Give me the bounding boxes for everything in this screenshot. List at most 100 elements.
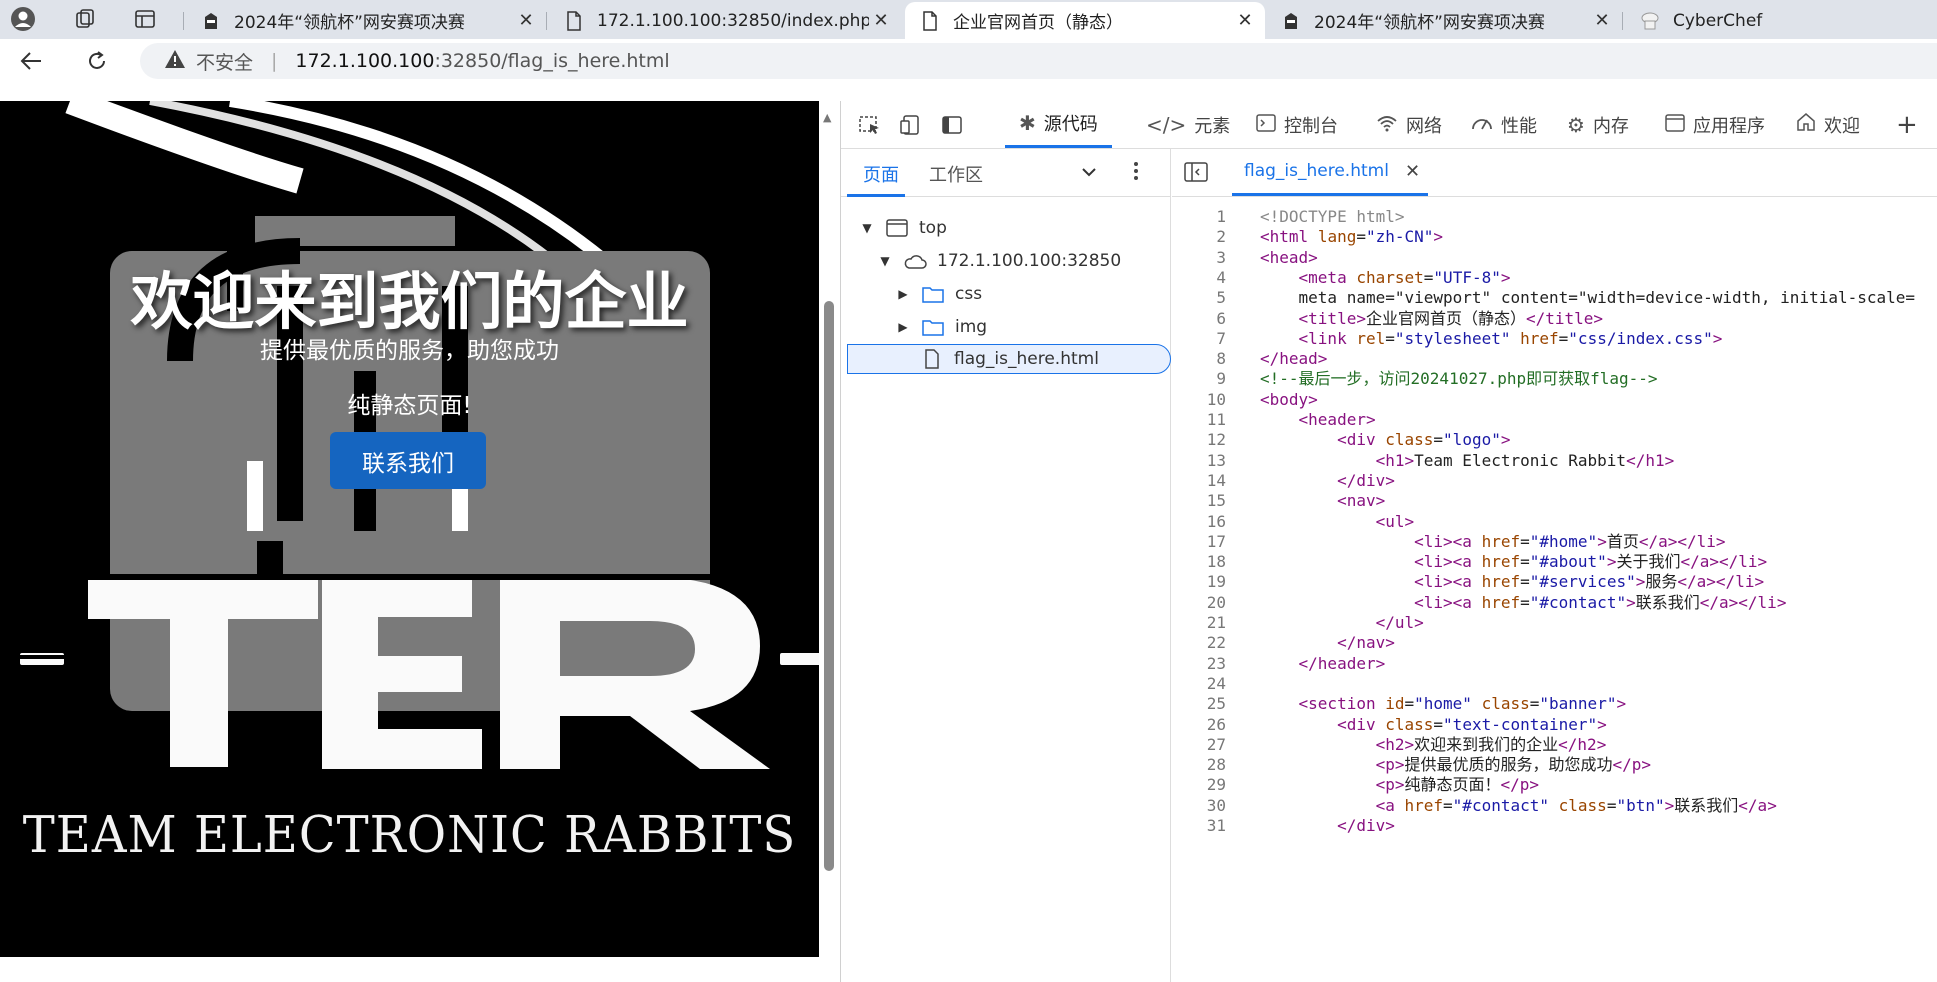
url-path: :32850/flag_is_here.html: [434, 50, 670, 72]
tab-separator: [183, 12, 184, 30]
contact-us-button[interactable]: 联系我们: [330, 432, 486, 489]
tab-network[interactable]: 网络: [1376, 101, 1442, 148]
vertical-tabs-icon[interactable]: [128, 4, 162, 34]
navigator-tabs: 页面 工作区: [841, 149, 1171, 197]
tab-title: CyberChef: [1673, 10, 1763, 31]
line-number: 31: [1206, 816, 1226, 835]
close-icon[interactable]: ✕: [1405, 161, 1420, 182]
tab-title: 2024年“领航杯”网安赛项决赛: [1314, 13, 1545, 33]
close-icon[interactable]: ✕: [869, 9, 893, 33]
back-arrow-icon[interactable]: [14, 45, 48, 77]
cloud-icon: [903, 251, 927, 271]
url-host: 172.1.100.100: [295, 50, 435, 72]
tab-welcome[interactable]: 欢迎: [1796, 101, 1860, 148]
home-icon: [1796, 112, 1816, 137]
tab-console-label: 控制台: [1284, 115, 1338, 137]
frame-icon: [885, 218, 909, 238]
editor-tab-label: flag_is_here.html: [1244, 161, 1389, 181]
tab-welcome-label: 欢迎: [1824, 115, 1860, 137]
tree-item-label: 172.1.100.100:32850: [937, 251, 1122, 271]
tree-item-flag-file[interactable]: flag_is_here.html: [847, 344, 1171, 374]
expanded-arrow-icon[interactable]: ▼: [877, 254, 893, 268]
close-icon[interactable]: ✕: [1233, 9, 1257, 33]
tree-item-label: img: [955, 317, 988, 337]
tree-item-label: top: [919, 218, 947, 238]
scroll-thumb[interactable]: [824, 301, 834, 871]
tab-2[interactable]: 172.1.100.100:32850/index.php.ba ✕: [549, 2, 901, 39]
tab-workspace[interactable]: 工作区: [929, 161, 983, 187]
wifi-icon: [1376, 113, 1398, 137]
scroll-up-icon[interactable]: ▲: [823, 111, 831, 124]
more-options-icon[interactable]: [1133, 161, 1139, 186]
editor-tab-bar: flag_is_here.html ✕: [1172, 149, 1937, 197]
tree-item-css[interactable]: ▶ css: [895, 279, 982, 309]
tab-title: 2024年“领航杯”网安赛项决赛: [234, 13, 465, 33]
tab-console[interactable]: 控制台: [1256, 101, 1338, 148]
collapsed-arrow-icon[interactable]: ▶: [895, 320, 911, 334]
address-bar[interactable]: 不安全 | 172.1.100.100 :32850/flag_is_here.…: [140, 43, 1937, 79]
dock-side-icon[interactable]: [937, 111, 967, 139]
devtools-panel: ✱ 源代码 </> 元素 控制台 网络 性能 ⚙ 内存 应用程序 欢迎 + 页面…: [840, 101, 1937, 982]
code-line[interactable]: 31 </div>: [1172, 813, 1937, 838]
chevron-down-icon[interactable]: [1081, 165, 1097, 181]
hero-heading: 欢迎来到我们的企业: [130, 265, 689, 338]
expanded-arrow-icon[interactable]: ▼: [859, 221, 875, 235]
hacker-icon: [200, 10, 222, 32]
tree-item-label: flag_is_here.html: [954, 349, 1099, 369]
navigation-bar: 不安全 | 172.1.100.100 :32850/flag_is_here.…: [0, 39, 1937, 83]
tab-memory[interactable]: ⚙ 内存: [1567, 101, 1629, 148]
tab-performance-label: 性能: [1501, 115, 1537, 137]
page-scrollbar[interactable]: ▲: [819, 101, 840, 957]
tab-1[interactable]: 2024年“领航杯”网安赛项决赛 ✕: [186, 2, 546, 39]
collections-icon[interactable]: [68, 4, 102, 34]
tab-sources-label: 源代码: [1043, 114, 1098, 135]
code-view[interactable]: 1 <!DOCTYPE html> 2 <html lang="zh-CN"> 3 <he…: [1172, 204, 1937, 982]
tree-item-top[interactable]: ▼ top: [859, 213, 947, 243]
tab-3-active[interactable]: 企业官网首页（静态） ✕: [905, 2, 1265, 39]
page-footer-strip: [0, 957, 840, 982]
tree-item-img[interactable]: ▶ img: [895, 312, 987, 342]
tree-item-host[interactable]: ▼ 172.1.100.100:32850: [877, 246, 1121, 276]
profile-avatar-icon[interactable]: [6, 4, 40, 34]
tab-memory-label: 内存: [1592, 115, 1629, 137]
active-subtab-underline: [847, 194, 905, 197]
warning-icon[interactable]: [164, 49, 186, 74]
address-separator: |: [271, 50, 278, 72]
source-editor: flag_is_here.html ✕ 1 <!DOCTYPE html> 2 <ht…: [1172, 149, 1937, 982]
inspect-element-icon[interactable]: [855, 111, 885, 139]
browser-tab-strip: 2024年“领航杯”网安赛项决赛 ✕ 172.1.100.100:32850/i…: [0, 0, 1937, 39]
reload-icon[interactable]: [80, 45, 114, 77]
devtools-toolbar: ✱ 源代码 </> 元素 控制台 网络 性能 ⚙ 内存 应用程序 欢迎 +: [841, 101, 1937, 149]
tab-5[interactable]: CyberChef: [1625, 2, 1937, 39]
collapsed-arrow-icon[interactable]: ▶: [895, 287, 911, 301]
sources-navigator: 页面 工作区 ▼ top ▼ 172.1.100.100:32850 ▶ css…: [841, 149, 1171, 982]
console-icon: [1256, 113, 1276, 137]
tab-page[interactable]: 页面: [863, 161, 899, 187]
tab-application[interactable]: 应用程序: [1665, 101, 1765, 148]
file-icon: [920, 349, 944, 369]
folder-icon: [921, 317, 945, 337]
close-icon[interactable]: ✕: [514, 9, 538, 33]
logo-text: TEAM ELECTRONIC RABBITS: [22, 805, 797, 865]
tab-sources[interactable]: ✱ 源代码: [1005, 101, 1112, 148]
tab-performance[interactable]: 性能: [1471, 101, 1537, 148]
tab-application-label: 应用程序: [1693, 115, 1765, 137]
hacker-icon: [1280, 10, 1302, 32]
tab-elements[interactable]: </> 元素: [1146, 101, 1230, 148]
bug-icon: ✱: [1019, 111, 1036, 135]
tab-4[interactable]: 2024年“领航杯”网安赛项决赛 ✕: [1266, 2, 1622, 39]
tab-separator: [546, 12, 547, 30]
tab-title: 企业官网首页（静态）: [953, 13, 1123, 33]
web-page-viewport: 欢迎来到我们的企业 提供最优质的服务，助您成功 纯静态页面! 联系我们 TEAM…: [0, 101, 819, 957]
tab-separator: [1622, 12, 1623, 30]
tab-network-label: 网络: [1406, 115, 1442, 137]
hero-static-note: 纯静态页面!: [347, 393, 472, 419]
toggle-navigator-icon[interactable]: [1184, 161, 1208, 187]
document-icon: [919, 10, 941, 32]
add-tab-button[interactable]: +: [1896, 101, 1918, 148]
close-icon[interactable]: ✕: [1590, 9, 1614, 33]
document-icon: [563, 10, 585, 32]
editor-tab-flag-file[interactable]: flag_is_here.html ✕: [1232, 149, 1429, 196]
folder-icon: [921, 284, 945, 304]
device-emulation-icon[interactable]: [896, 111, 926, 139]
